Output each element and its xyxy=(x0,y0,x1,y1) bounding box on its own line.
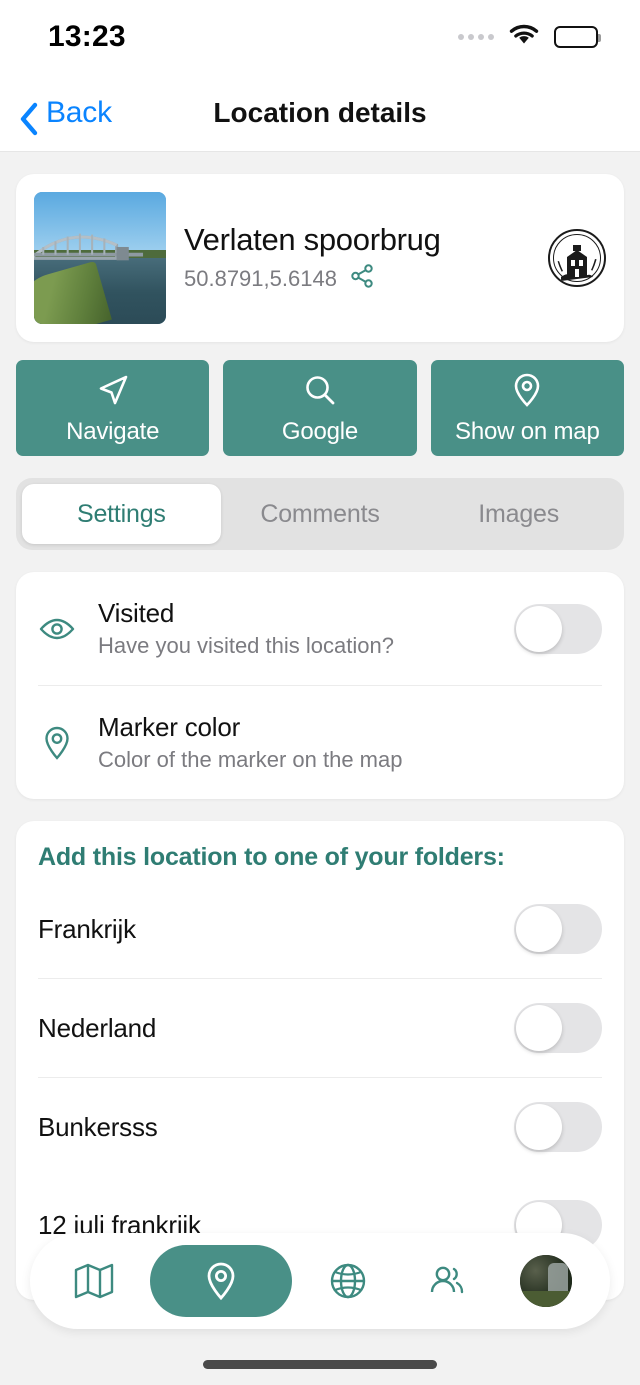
users-icon xyxy=(426,1260,468,1302)
nav-item-profile[interactable] xyxy=(503,1245,589,1317)
map-pin-icon xyxy=(199,1259,243,1303)
setting-visited-text: Visited Have you visited this location? xyxy=(98,598,492,659)
location-coordinates: 50.8791,5.6148 xyxy=(184,265,337,291)
folder-name: Frankrijk xyxy=(38,913,136,944)
tab-settings[interactable]: Settings xyxy=(22,484,221,544)
toggle-knob xyxy=(516,906,562,952)
share-icon[interactable] xyxy=(349,263,375,294)
location-thumbnail[interactable] xyxy=(34,192,166,324)
folders-card: Add this location to one of your folders… xyxy=(16,821,624,1300)
status-bar: 13:23 xyxy=(0,0,640,74)
cellular-dots-icon xyxy=(458,34,494,40)
navigation-arrow-icon xyxy=(93,370,133,410)
tab-images[interactable]: Images xyxy=(419,484,618,544)
toggle-knob xyxy=(516,605,562,652)
nav-item-locations[interactable] xyxy=(149,1245,292,1317)
setting-visited-subtitle: Have you visited this location? xyxy=(98,633,394,658)
toggle-knob xyxy=(516,1005,562,1051)
status-time: 13:23 xyxy=(48,20,126,53)
setting-row-visited[interactable]: Visited Have you visited this location? xyxy=(38,572,602,685)
navigate-button[interactable]: Navigate xyxy=(16,360,210,456)
bottom-navigation-bar xyxy=(30,1233,610,1329)
status-indicators xyxy=(458,23,601,52)
setting-visited-title: Visited xyxy=(98,598,175,628)
folder-name: Bunkersss xyxy=(38,1111,158,1142)
nav-item-community[interactable] xyxy=(404,1245,490,1317)
visited-toggle[interactable] xyxy=(514,603,602,654)
location-subtitle-row: 50.8791,5.6148 xyxy=(184,263,530,294)
eye-icon xyxy=(38,610,76,648)
globe-icon xyxy=(327,1260,369,1302)
home-indicator xyxy=(203,1360,437,1369)
folders-heading: Add this location to one of your folders… xyxy=(38,843,505,871)
avatar xyxy=(520,1255,573,1307)
setting-marker-color-title: Marker color xyxy=(98,712,241,742)
google-button[interactable]: Google xyxy=(223,360,417,456)
folder-row-bunkersss[interactable]: Bunkersss xyxy=(38,1077,602,1176)
show-on-map-button[interactable]: Show on map xyxy=(430,360,624,456)
navigate-button-label: Navigate xyxy=(66,418,160,445)
map-pin-icon xyxy=(38,724,76,762)
folder-row-frankrijk[interactable]: Frankrijk xyxy=(38,880,602,978)
tab-comments[interactable]: Comments xyxy=(221,484,420,544)
main-content: Verlaten spoorbrug 50.8791,5.6148 Naviga… xyxy=(0,152,640,1300)
show-on-map-button-label: Show on map xyxy=(455,418,600,445)
map-pin-icon xyxy=(507,370,547,410)
location-info: Verlaten spoorbrug 50.8791,5.6148 xyxy=(184,222,530,295)
location-summary-card[interactable]: Verlaten spoorbrug 50.8791,5.6148 xyxy=(16,174,624,342)
google-button-label: Google xyxy=(281,418,359,445)
folder-toggle-frankrijk[interactable] xyxy=(514,904,602,954)
action-button-row: Navigate Google Show on map xyxy=(16,360,624,456)
nav-item-explore[interactable] xyxy=(305,1245,391,1317)
community-badge-logo xyxy=(548,229,606,287)
folder-toggle-nederland[interactable] xyxy=(514,1003,602,1053)
settings-card: Visited Have you visited this location? … xyxy=(16,572,624,799)
tab-bar: Settings Comments Images xyxy=(16,478,624,550)
back-button-label: Back xyxy=(46,95,112,129)
search-icon xyxy=(300,370,340,410)
nav-item-map[interactable] xyxy=(51,1245,137,1317)
folder-toggle-bunkersss[interactable] xyxy=(514,1102,602,1152)
location-title: Verlaten spoorbrug xyxy=(184,221,441,257)
toggle-knob xyxy=(516,1104,562,1150)
setting-row-marker-color[interactable]: Marker color Color of the marker on the … xyxy=(38,685,602,799)
folder-row-nederland[interactable]: Nederland xyxy=(38,978,602,1077)
chevron-left-icon xyxy=(18,102,40,135)
folder-name: Nederland xyxy=(38,1012,157,1043)
setting-marker-color-text: Marker color Color of the marker on the … xyxy=(98,712,602,773)
battery-full-icon xyxy=(554,26,601,48)
setting-marker-color-subtitle: Color of the marker on the map xyxy=(98,747,403,772)
wifi-icon xyxy=(507,23,541,52)
back-button[interactable]: Back xyxy=(18,95,112,135)
bottom-navigation-wrapper xyxy=(0,1233,640,1329)
navigation-bar: Back Location details xyxy=(0,74,640,152)
map-icon xyxy=(73,1260,115,1302)
